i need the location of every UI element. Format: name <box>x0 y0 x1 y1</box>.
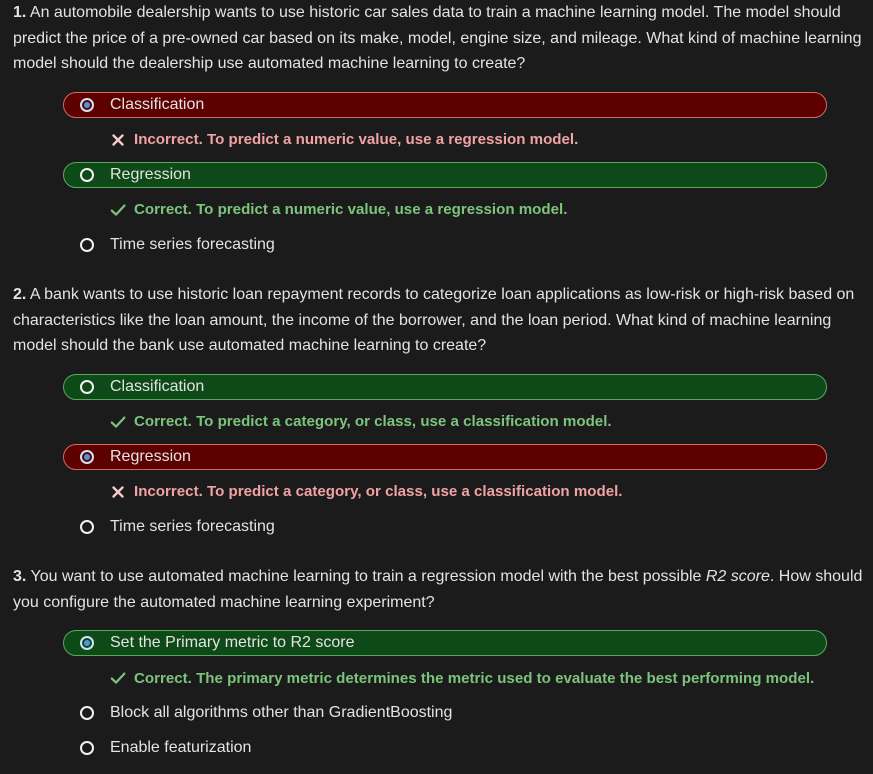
feedback-message: Correct. To predict a category, or class… <box>63 409 827 435</box>
choice-regression[interactable]: Regression <box>63 161 827 188</box>
choice-label: Time series forecasting <box>110 517 275 535</box>
choice-set-primary-metric[interactable]: Set the Primary metric to R2 score <box>63 630 827 656</box>
question-1: 1. An automobile dealership wants to use… <box>13 0 871 258</box>
question-2: 2. A bank wants to use historic loan rep… <box>13 282 871 540</box>
feedback-message: Correct. The primary metric determines t… <box>63 665 827 691</box>
radio-button[interactable] <box>80 167 94 182</box>
radio-button[interactable] <box>80 741 94 755</box>
question-number: 1. <box>13 4 27 21</box>
feedback-message: Correct. To predict a numeric value, use… <box>63 197 827 223</box>
radio-button[interactable] <box>80 449 94 464</box>
answer-choices: Set the Primary metric to R2 score Corre… <box>63 630 827 761</box>
checkmark-icon <box>110 416 126 428</box>
choice-label: Classification <box>110 95 205 113</box>
choice-block-algorithms[interactable]: Block all algorithms other than Gradient… <box>63 700 827 726</box>
choice-label: Regression <box>110 447 191 465</box>
question-text: 1. An automobile dealership wants to use… <box>13 0 871 77</box>
choice-label: Regression <box>110 165 191 183</box>
x-mark-icon <box>112 485 124 498</box>
answer-choices: Classification Incorrect. To predict a n… <box>63 91 827 258</box>
knowledge-check-quiz: 1. An automobile dealership wants to use… <box>0 0 873 774</box>
radio-button[interactable] <box>80 237 94 252</box>
radio-button[interactable] <box>80 519 94 534</box>
choice-time-series-forecasting[interactable]: Time series forecasting <box>63 514 827 540</box>
answer-choices: Classification Correct. To predict a cat… <box>63 373 827 540</box>
question-3: 3. You want to use automated machine lea… <box>13 564 871 761</box>
choice-enable-featurization[interactable]: Enable featurization <box>63 735 827 761</box>
choice-regression[interactable]: Regression <box>63 443 827 470</box>
choice-label: Classification <box>110 377 205 395</box>
feedback-message: Incorrect. To predict a category, or cla… <box>63 479 827 505</box>
choice-classification[interactable]: Classification <box>63 91 827 118</box>
feedback-text: Correct. To predict a category, or class… <box>134 413 612 430</box>
choice-label: Set the Primary metric to R2 score <box>110 634 355 651</box>
question-text: 2. A bank wants to use historic loan rep… <box>13 282 871 359</box>
feedback-text: Incorrect. To predict a category, or cla… <box>134 483 623 500</box>
question-prompt: An automobile dealership wants to use hi… <box>13 4 862 72</box>
feedback-text: Correct. To predict a numeric value, use… <box>134 201 568 218</box>
question-emphasis: R2 score <box>705 568 770 585</box>
radio-button[interactable] <box>80 97 94 112</box>
radio-button[interactable] <box>80 379 94 394</box>
feedback-message: Incorrect. To predict a numeric value, u… <box>63 127 827 153</box>
question-prompt: A bank wants to use historic loan repaym… <box>13 286 855 354</box>
choice-label: Time series forecasting <box>110 235 275 253</box>
question-number: 3. <box>13 568 27 585</box>
radio-button[interactable] <box>80 636 94 650</box>
choice-classification[interactable]: Classification <box>63 373 827 400</box>
radio-button[interactable] <box>80 706 94 720</box>
question-number: 2. <box>13 286 27 303</box>
feedback-text: Incorrect. To predict a numeric value, u… <box>134 131 579 148</box>
checkmark-icon <box>110 204 126 216</box>
choice-label: Enable featurization <box>110 739 252 756</box>
feedback-text: Correct. The primary metric determines t… <box>134 669 815 687</box>
x-mark-icon <box>112 133 124 146</box>
checkmark-icon <box>110 672 126 684</box>
question-text: 3. You want to use automated machine lea… <box>13 564 871 615</box>
question-prompt: You want to use automated machine learni… <box>30 568 706 585</box>
choice-time-series-forecasting[interactable]: Time series forecasting <box>63 232 827 258</box>
choice-label: Block all algorithms other than Gradient… <box>110 704 453 721</box>
